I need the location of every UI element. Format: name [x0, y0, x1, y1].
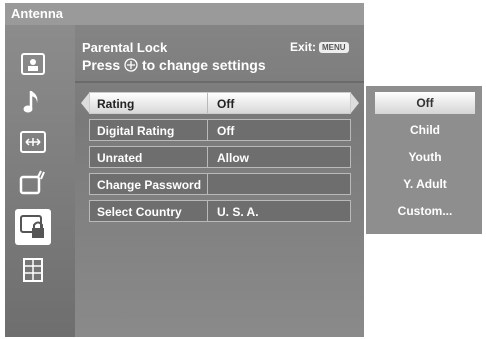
external-input-icon[interactable] [18, 167, 48, 197]
parental-lock-icon[interactable] [15, 209, 51, 245]
setting-label: Change Password [97, 178, 202, 192]
row-divider [207, 174, 208, 194]
rating-option-youth[interactable]: Youth [375, 146, 475, 168]
row-divider [207, 201, 208, 221]
panel-instruction: Press to change settings [82, 57, 266, 73]
rating-option-child[interactable]: Child [375, 119, 475, 141]
setting-row-unrated[interactable]: Unrated Allow [89, 146, 351, 168]
sidebar [5, 25, 75, 337]
setting-value: Off [217, 97, 235, 111]
rating-option-y-adult[interactable]: Y. Adult [375, 173, 475, 195]
setting-value: U. S. A. [217, 205, 259, 219]
screen-adjust-icon[interactable] [18, 127, 48, 157]
row-divider [207, 120, 208, 140]
panel-title: Parental Lock [82, 40, 168, 55]
setting-label: Unrated [97, 151, 143, 165]
instruction-prefix: Press [82, 57, 121, 73]
source-title: Antenna [5, 3, 364, 25]
setting-row-rating[interactable]: Rating Off [89, 92, 351, 114]
exit-hint: Exit: MENU [290, 40, 349, 54]
setting-row-digital-rating[interactable]: Digital Rating Off [89, 119, 351, 141]
rating-option-off[interactable]: Off [375, 92, 475, 114]
setting-value: Off [217, 124, 235, 138]
channel-list-icon[interactable] [18, 255, 48, 285]
row-divider [207, 93, 208, 113]
setting-row-select-country[interactable]: Select Country U. S. A. [89, 200, 351, 222]
left-arrow-icon [81, 93, 89, 113]
joystick-icon [124, 58, 138, 72]
rating-option-custom[interactable]: Custom... [375, 200, 475, 222]
setting-label: Select Country [97, 205, 182, 219]
picture-icon[interactable] [18, 49, 48, 79]
row-divider [207, 147, 208, 167]
setting-label: Rating [97, 97, 135, 111]
music-note-icon[interactable] [18, 87, 48, 117]
menu-key-badge: MENU [319, 42, 349, 53]
instruction-suffix: to change settings [141, 57, 266, 73]
exit-label: Exit: [290, 40, 317, 54]
setting-value: Allow [217, 151, 249, 165]
setting-row-change-password[interactable]: Change Password [89, 173, 351, 195]
right-arrow-icon [351, 93, 359, 113]
rating-options-popup: Off Child Youth Y. Adult Custom... [366, 86, 482, 234]
header-divider [75, 81, 364, 83]
setting-label: Digital Rating [97, 124, 175, 138]
